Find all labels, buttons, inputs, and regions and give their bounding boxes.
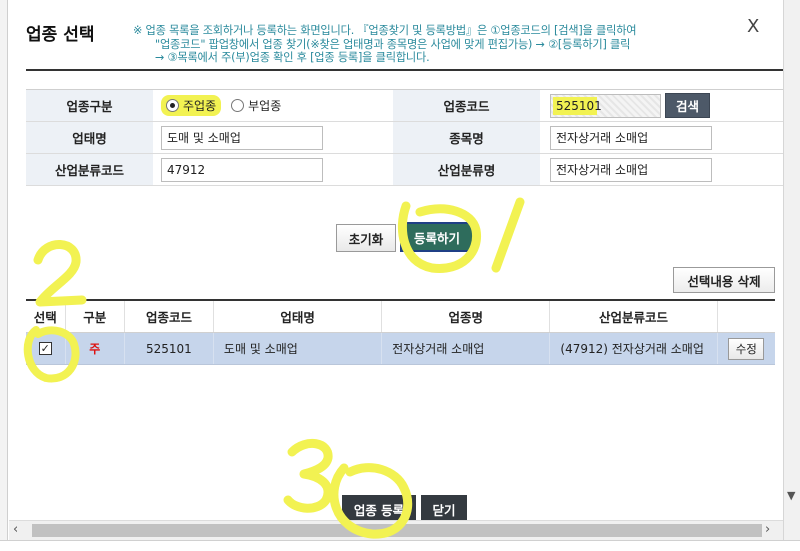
business-label: 업태명 [26, 122, 153, 153]
row-code: 525101 [125, 333, 214, 364]
industry-select-modal: 업종 선택 ※ 업종 목록을 조회하거나 등록하는 화면입니다. 『업종찾기 및… [9, 0, 783, 520]
table-header: 선택 구분 업종코드 업태명 업종명 산업분류코드 [26, 301, 775, 333]
description-line: "업종코드" 팝업창에서 업종 찾기(※찾은 업태명과 종목명은 사업에 맞게 … [155, 37, 631, 51]
page-left-edge [0, 0, 8, 551]
form-row: 업종구분 주업종 부업종 업종코드 525101 검색 [26, 90, 783, 122]
bottom-edge [0, 540, 800, 551]
code-label: 업종코드 [393, 90, 540, 121]
row-business: 도매 및 소매업 [214, 333, 383, 364]
scroll-left-icon[interactable]: ‹ [13, 522, 18, 537]
industry-code-field: 47912 [161, 157, 323, 182]
description-line: → ③목록에서 주(부)업종 확인 후 [업종 등록]을 클릭합니다. [155, 51, 430, 64]
edit-button[interactable]: 수정 [728, 337, 765, 360]
industry-table: 선택 구분 업종코드 업태명 업종명 산업분류코드 ✓ 주 525101 도매 … [26, 299, 775, 365]
row-item: 전자상거래 소매업 [382, 333, 551, 364]
form-row: 산업분류코드 47912 산업분류명 전자상거래 소매업 [26, 154, 783, 186]
col-edit [718, 301, 775, 332]
main-type-option[interactable]: 주업종 [161, 95, 222, 116]
type-label: 업종구분 [26, 90, 153, 121]
close-icon[interactable]: X [747, 16, 759, 37]
col-code: 업종코드 [125, 301, 214, 332]
industry-code-input[interactable]: 525101 [550, 93, 661, 118]
scroll-down-icon[interactable]: ▼ [787, 489, 795, 502]
code-field-group: 525101 검색 [540, 90, 783, 121]
main-type-label: 주업종 [183, 99, 217, 113]
row-type: 주 [66, 333, 125, 364]
industry-code-label: 산업분류코드 [26, 154, 153, 185]
title-divider [26, 69, 783, 71]
table-row[interactable]: ✓ 주 525101 도매 및 소매업 전자상거래 소매업 (47912) 전자… [26, 333, 775, 365]
scroll-thumb[interactable] [32, 524, 762, 537]
industry-name-field: 전자상거래 소매업 [550, 157, 712, 182]
modal-description: ※ 업종 목록을 조회하거나 등록하는 화면입니다. 『업종찾기 및 등록방법』… [133, 24, 753, 65]
delete-selected-button[interactable]: 선택내용 삭제 [673, 267, 775, 293]
row-checkbox[interactable]: ✓ [38, 342, 52, 355]
horizontal-scrollbar[interactable]: ‹ › [9, 520, 783, 540]
item-input[interactable]: 전자상거래 소매업 [550, 125, 712, 150]
industry-code-value: 525101 [556, 98, 602, 113]
register-button[interactable]: 등록하기 [400, 222, 474, 252]
description-line: ※ 업종 목록을 조회하거나 등록하는 화면입니다. 『업종찾기 및 등록방법』… [133, 24, 637, 37]
type-radio-group: 주업종 부업종 [153, 90, 367, 121]
col-select: 선택 [26, 301, 66, 332]
row-industry: (47912) 전자상거래 소매업 [550, 333, 718, 364]
col-industry: 산업분류코드 [550, 301, 718, 332]
col-business: 업태명 [214, 301, 383, 332]
business-input[interactable]: 도매 및 소매업 [161, 125, 323, 150]
main-type-radio[interactable] [166, 99, 179, 112]
reset-button[interactable]: 초기화 [336, 224, 396, 252]
industry-name-label: 산업분류명 [393, 154, 540, 185]
sub-type-radio[interactable] [231, 99, 245, 112]
col-item: 업종명 [382, 301, 551, 332]
col-type: 구분 [66, 301, 125, 332]
vertical-scrollbar[interactable]: ▼ [783, 0, 800, 551]
scroll-right-icon[interactable]: › [765, 522, 770, 537]
form-row: 업태명 도매 및 소매업 종목명 전자상거래 소매업 [26, 122, 783, 154]
sub-type-label: 부업종 [248, 99, 282, 113]
industry-form: 업종구분 주업종 부업종 업종코드 525101 검색 업태명 도매 및 소매업 [26, 89, 783, 186]
search-button[interactable]: 검색 [665, 93, 711, 118]
modal-title: 업종 선택 [26, 25, 95, 45]
item-label: 종목명 [393, 122, 540, 153]
